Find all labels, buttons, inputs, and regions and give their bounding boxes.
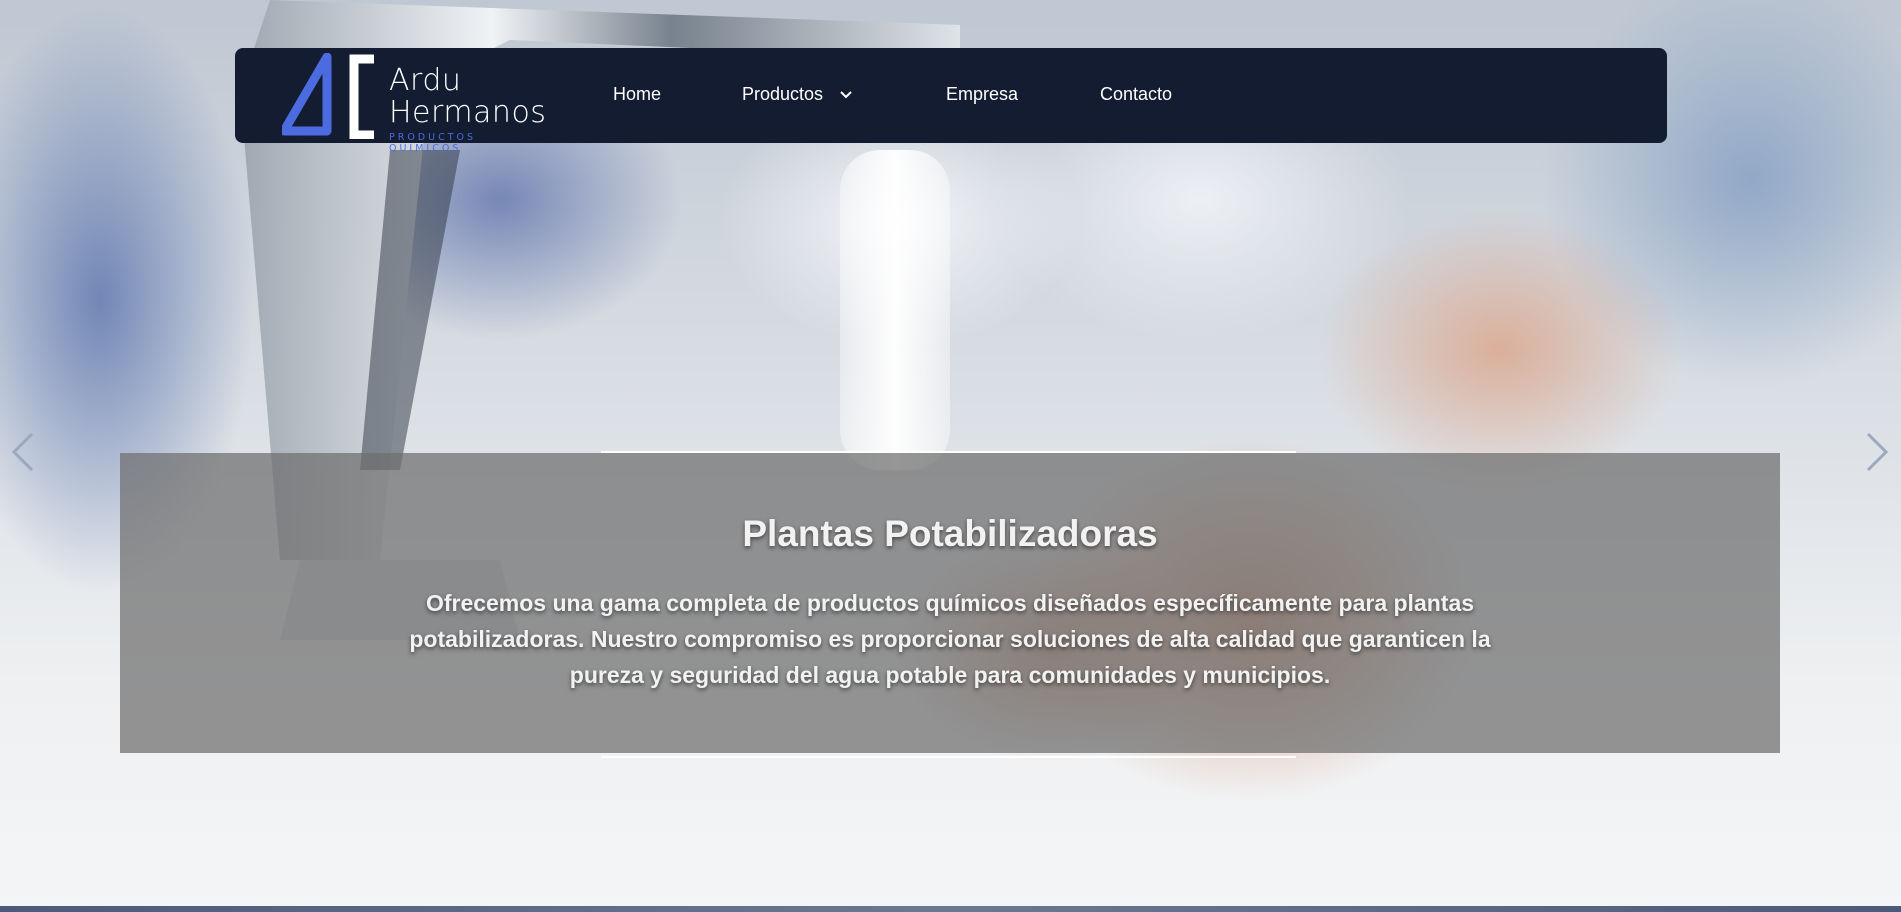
water-stream-image: [840, 150, 950, 470]
navbar: Ardu Hermanos PRODUCTOS QUIMICOS Home Pr…: [235, 48, 1667, 154]
brand-name-line-1: Ardu: [389, 63, 462, 98]
brand-name-line-2: Hermanos: [389, 95, 547, 130]
nav-item-contacto[interactable]: Contacto: [1100, 84, 1172, 105]
nav-item-productos[interactable]: Productos: [742, 84, 853, 105]
nav-item-label: Home: [613, 84, 662, 104]
nav-item-empresa[interactable]: Empresa: [946, 84, 1018, 105]
chevron-right-icon[interactable]: [1864, 432, 1890, 472]
caption-divider-bottom: [601, 756, 1296, 758]
logo-mark-icon: [282, 53, 374, 139]
nav-item-label: Contacto: [1100, 84, 1173, 104]
slide-caption: Plantas Potabilizadoras Ofrecemos una ga…: [120, 453, 1780, 753]
nav-item-label: Productos: [742, 84, 824, 104]
chevron-left-icon[interactable]: [10, 432, 36, 472]
chevron-down-icon: [840, 90, 852, 98]
nav-item-label: Empresa: [946, 84, 1019, 104]
page-bottom-edge: [0, 906, 1901, 912]
slide-title: Plantas Potabilizadoras: [742, 513, 1158, 554]
brand-logo[interactable]: Ardu Hermanos PRODUCTOS QUIMICOS: [282, 53, 552, 154]
nav-item-home[interactable]: Home: [613, 84, 661, 105]
slide-description: Ofrecemos una gama completa de productos…: [409, 590, 1491, 688]
brand-tagline: PRODUCTOS QUIMICOS: [389, 132, 477, 154]
